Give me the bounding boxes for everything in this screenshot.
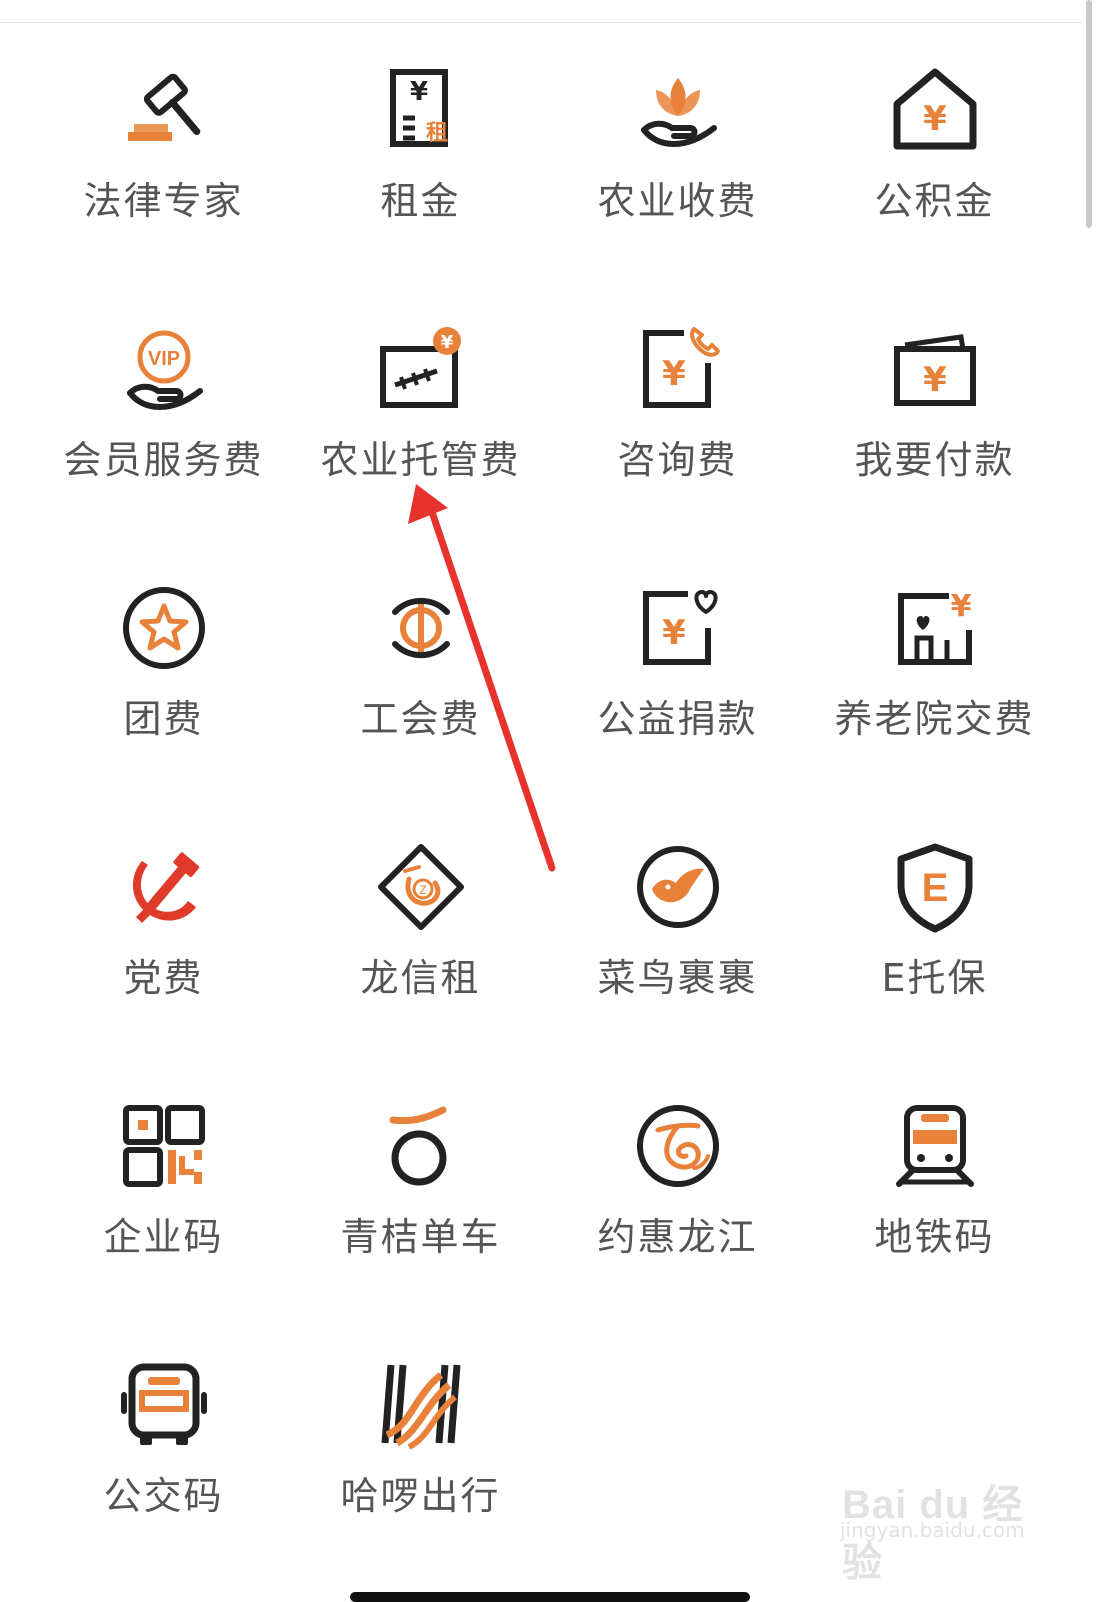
tile-longxin-rent[interactable]: Z 龙信租	[292, 817, 549, 1076]
svg-text:租: 租	[425, 121, 447, 146]
shield-e-icon: E	[885, 837, 985, 937]
tile-metro-code[interactable]: 地铁码	[806, 1076, 1063, 1335]
tile-label: 青桔单车	[340, 1215, 501, 1259]
svg-text:Z: Z	[419, 883, 426, 897]
tile-consult-fee[interactable]: ¥ 咨询费	[549, 299, 806, 558]
svg-text:¥: ¥	[662, 354, 686, 394]
bus-icon	[114, 1355, 214, 1455]
diamond-logo-icon: Z	[371, 837, 471, 937]
field-coin-icon: ¥	[371, 319, 471, 419]
tile-party-fee[interactable]: 党费	[35, 817, 292, 1076]
house-yuan-icon: ¥	[885, 60, 985, 160]
tile-label: 团费	[123, 697, 204, 741]
top-divider	[0, 22, 1082, 23]
gavel-icon	[114, 60, 214, 160]
sprout-hand-icon	[628, 60, 728, 160]
svg-text:¥: ¥	[662, 613, 686, 653]
heart-yuan-icon: ¥	[628, 578, 728, 678]
tile-label: 地铁码	[874, 1215, 995, 1259]
tile-cainiao[interactable]: 菜鸟裹裹	[549, 817, 806, 1076]
svg-text:E: E	[921, 866, 948, 910]
tile-label: 农业收费	[597, 179, 758, 223]
tile-label: 我要付款	[854, 438, 1015, 482]
tile-label: 哈啰出行	[340, 1474, 501, 1518]
tile-label: 公益捐款	[597, 697, 758, 741]
tile-league-fee[interactable]: 团费	[35, 558, 292, 817]
tile-housing-fund[interactable]: ¥ 公积金	[806, 40, 1063, 299]
rent-bill-icon: ¥ 租	[371, 60, 471, 160]
tile-label: 咨询费	[617, 438, 738, 482]
svg-text:¥: ¥	[923, 99, 947, 139]
phone-yuan-icon: ¥	[628, 319, 728, 419]
tile-member-fee[interactable]: VIP 会员服务费	[35, 299, 292, 558]
tile-legal-expert[interactable]: 法律专家	[35, 40, 292, 299]
tile-e-tuobao[interactable]: E E托保	[806, 817, 1063, 1076]
tile-label: 养老院交费	[834, 697, 1035, 741]
tile-label: 公积金	[874, 179, 995, 223]
union-emblem-icon	[371, 578, 471, 678]
tile-rent[interactable]: ¥ 租 租金	[292, 40, 549, 299]
home-indicator[interactable]	[350, 1592, 750, 1602]
tile-agri-custody-fee[interactable]: ¥ 农业托管费	[292, 299, 549, 558]
tile-label: 菜鸟裹裹	[597, 956, 758, 1000]
tile-label: 党费	[123, 956, 204, 1000]
bike-logo-icon	[371, 1096, 471, 1196]
tile-make-payment[interactable]: ¥ 我要付款	[806, 299, 1063, 558]
tile-qingju-bike[interactable]: 青桔单车	[292, 1076, 549, 1335]
stripes-logo-icon	[371, 1355, 471, 1455]
swirl-circle-icon	[628, 1096, 728, 1196]
qr-code-icon	[114, 1096, 214, 1196]
tile-label: 会员服务费	[63, 438, 264, 482]
wallet-yuan-icon: ¥	[885, 319, 985, 419]
scrollbar-thumb[interactable]	[1086, 0, 1092, 228]
tile-bus-code[interactable]: 公交码	[35, 1335, 292, 1594]
tile-label: 法律专家	[83, 179, 244, 223]
tile-label: 工会费	[360, 697, 481, 741]
svg-text:¥: ¥	[950, 589, 971, 624]
hammer-sickle-icon	[114, 837, 214, 937]
svg-text:¥: ¥	[409, 77, 427, 107]
metro-train-icon	[885, 1096, 985, 1196]
tile-yuehui-longjiang[interactable]: 约惠龙江	[549, 1076, 806, 1335]
bird-circle-icon	[628, 837, 728, 937]
tile-label: 农业托管费	[320, 438, 521, 482]
service-grid: 法律专家 ¥ 租 租金 农业收费 ¥ 公积金 VIP 会员服务费 ¥ 农业托管费…	[35, 40, 1063, 1594]
elder-home-icon: ¥	[885, 578, 985, 678]
vip-hand-icon: VIP	[114, 319, 214, 419]
svg-text:¥: ¥	[923, 360, 947, 400]
tile-label: 企业码	[103, 1215, 224, 1259]
svg-text:VIP: VIP	[147, 348, 179, 370]
tile-enterprise-code[interactable]: 企业码	[35, 1076, 292, 1335]
tile-union-fee[interactable]: 工会费	[292, 558, 549, 817]
tile-charity-donation[interactable]: ¥ 公益捐款	[549, 558, 806, 817]
star-circle-icon	[114, 578, 214, 678]
tile-hello-travel[interactable]: 哈啰出行	[292, 1335, 549, 1594]
tile-label: 龙信租	[360, 956, 481, 1000]
tile-nursing-home-fee[interactable]: ¥ 养老院交费	[806, 558, 1063, 817]
tile-label: 租金	[380, 179, 461, 223]
tile-label: 公交码	[103, 1474, 224, 1518]
tile-label: 约惠龙江	[597, 1215, 758, 1259]
tile-label: E托保	[881, 956, 988, 1000]
svg-text:¥: ¥	[440, 332, 453, 353]
tile-agri-charge[interactable]: 农业收费	[549, 40, 806, 299]
